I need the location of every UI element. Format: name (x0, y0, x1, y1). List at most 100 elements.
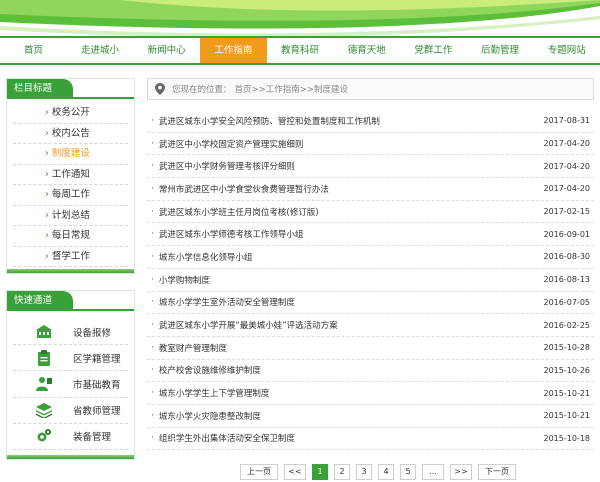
quick-item[interactable]: 区学籍管理 (13, 345, 128, 372)
page-number-button[interactable]: 2 (334, 464, 350, 480)
list-item[interactable]: · 城东小学学生室外活动安全管理制度 2016-07-05 (147, 292, 594, 315)
prev-page-button[interactable]: 上一页 (240, 464, 278, 480)
list-item[interactable]: · 武进区城东小学开展“最美城小娃”评选活动方案 2016-02-25 (147, 314, 594, 337)
clipboard-icon (35, 349, 53, 367)
quick-item-label: 省教师管理 (73, 406, 121, 418)
list-item[interactable]: · 教室财产管理制度 2015-10-28 (147, 337, 594, 360)
header-banner (0, 0, 600, 36)
quick-item[interactable]: 省教师管理 (13, 398, 128, 424)
article-title[interactable]: 常州市武进区中小学食堂伙食费管理暂行办法 (159, 183, 538, 195)
sidebar-title: 栏目标题 (7, 79, 73, 99)
page-number-button[interactable]: 5 (400, 464, 416, 480)
list-item[interactable]: · 城东小学火灾隐患整改制度 2015-10-21 (147, 405, 594, 428)
sidebar-item[interactable]: › 每日常规 (13, 226, 128, 247)
article-title[interactable]: 城东小学火灾隐患整改制度 (159, 410, 538, 422)
list-item[interactable]: · 常州市武进区中小学食堂伙食费管理暂行办法 2017-04-20 (147, 178, 594, 201)
nav-item-5[interactable]: 德育天地 (333, 38, 400, 63)
article-title[interactable]: 组织学生外出集体活动安全保卫制度 (159, 432, 538, 444)
article-title[interactable]: 教室财产管理制度 (159, 342, 538, 354)
bullet-icon: · (151, 410, 154, 421)
list-item[interactable]: · 城东小学信息化领导小组 2016-08-30 (147, 246, 594, 269)
bullet-icon: · (151, 251, 154, 262)
next-page-button[interactable]: 下一页 (478, 464, 516, 480)
list-item[interactable]: · 武进区中小学财务管理考核评分细则 2017-04-20 (147, 155, 594, 179)
bullet-icon: · (151, 138, 154, 149)
sidebar-item[interactable]: › 督学工作 (13, 247, 128, 267)
chevron-right-icon: › (45, 230, 49, 241)
article-title[interactable]: 校产校舍设施维修维护制度 (159, 364, 538, 376)
article-title[interactable]: 小学购物制度 (159, 274, 538, 286)
article-title[interactable]: 武进区城东小学开展“最美城小娃”评选活动方案 (159, 319, 538, 331)
quick-item[interactable]: 市基础教育 (13, 371, 128, 398)
sidebar-item[interactable]: › 校内公告 (13, 124, 128, 144)
bullet-icon: · (151, 115, 154, 126)
nav-item-7[interactable]: 后勤管理 (467, 38, 534, 63)
page-number-button[interactable]: 3 (356, 464, 372, 480)
quick-item[interactable]: 装备管理 (13, 424, 128, 450)
article-title[interactable]: 城东小学学生室外活动安全管理制度 (159, 296, 538, 308)
nav-item-0[interactable]: 首页 (0, 38, 67, 63)
sidebar-item-label: 制度建设 (51, 148, 90, 159)
list-item[interactable]: · 城东小学学生上下学管理制度 2015-10-21 (147, 382, 594, 405)
bullet-icon: · (151, 274, 154, 285)
list-item[interactable]: · 小学购物制度 2016-08-13 (147, 269, 594, 292)
article-title[interactable]: 武进区中小学财务管理考核评分细则 (159, 160, 538, 172)
bullet-icon: · (151, 320, 154, 331)
quick-bottom-bar (7, 455, 134, 459)
sidebar-item[interactable]: › 校务公开 (13, 103, 128, 124)
page-number-button[interactable]: 1 (312, 464, 328, 480)
article-title[interactable]: 城东小学信息化领导小组 (159, 251, 538, 263)
page-number-button[interactable]: 4 (378, 464, 394, 480)
nav-item-6[interactable]: 党群工作 (400, 38, 467, 63)
last-page-button[interactable]: >> (450, 464, 472, 480)
article-title[interactable]: 城东小学学生上下学管理制度 (159, 387, 538, 399)
main-nav: 首页 走进城小 新闻中心 工作指南 教育科研 德育天地 党群工作 后勤管理 专题网站 (0, 36, 600, 65)
bullet-icon: · (151, 297, 154, 308)
location-pin-icon (155, 83, 165, 95)
nav-item-4[interactable]: 教育科研 (267, 38, 334, 63)
breadcrumb-path[interactable]: 首页>>工作指南>>制度建设 (235, 83, 349, 95)
list-item[interactable]: · 校产校舍设施维修维护制度 2015-10-26 (147, 360, 594, 383)
sidebar-item-label: 每周工作 (51, 189, 90, 200)
list-item[interactable]: · 武进区城东小学安全风险预防、管控和处置制度和工作机制 2017-08-31 (147, 110, 594, 133)
bullet-icon: · (151, 183, 154, 194)
article-date: 2017-04-20 (543, 161, 591, 171)
article-title[interactable]: 武进区城东小学班主任月岗位考核(修订版) (159, 206, 538, 218)
nav-item-8[interactable]: 专题网站 (533, 38, 600, 63)
list-item[interactable]: · 武进区城东小学班主任月岗位考核(修订版) 2017-02-15 (147, 201, 594, 224)
quick-header: 快速通道 (7, 291, 134, 311)
article-title[interactable]: 武进区城东小学师德考核工作领导小组 (159, 228, 538, 240)
article-date: 2015-10-28 (543, 343, 591, 353)
layers-icon (35, 401, 53, 419)
sidebar-item-label: 校内公告 (51, 127, 90, 139)
quick-title: 快速通道 (7, 291, 73, 311)
nav-item-3[interactable]: 工作指南 (200, 38, 267, 63)
chevron-right-icon: › (45, 209, 49, 221)
list-item[interactable]: · 武进区中小学校固定资产管理实施细则 2017-04-20 (147, 133, 594, 156)
article-date: 2017-02-15 (543, 207, 591, 217)
sidebar-item[interactable]: › 每周工作 (13, 185, 128, 206)
nav-item-2[interactable]: 新闻中心 (133, 38, 200, 63)
sidebar-item[interactable]: › 工作通知 (13, 165, 128, 185)
article-date: 2016-08-13 (543, 275, 591, 285)
quick-list: 设备报修区学籍管理市基础教育省教师管理装备管理 (7, 311, 134, 453)
nav-item-1[interactable]: 走进城小 (67, 38, 134, 63)
list-item[interactable]: · 组织学生外出集体活动安全保卫制度 2015-10-18 (147, 428, 594, 451)
article-date: 2016-08-30 (543, 252, 591, 262)
quick-item[interactable]: 设备报修 (13, 319, 128, 346)
sidebar-item[interactable]: › 计划总结 (13, 206, 128, 226)
breadcrumb-label: 您现在的位置： (172, 85, 232, 95)
quick-access-box: 快速通道 设备报修区学籍管理市基础教育省教师管理装备管理 (6, 290, 135, 460)
sidebar-item[interactable]: › 制度建设 (13, 144, 128, 165)
gears-icon (35, 427, 53, 445)
banner-swoosh (0, 0, 600, 36)
list-item[interactable]: · 武进区城东小学师德考核工作领导小组 2016-09-01 (147, 223, 594, 247)
sidebar-item-label: 校务公开 (51, 107, 90, 118)
article-title[interactable]: 武进区城东小学安全风险预防、管控和处置制度和工作机制 (159, 115, 538, 127)
first-page-button[interactable]: << (284, 464, 306, 480)
breadcrumb: 您现在的位置： 首页>>工作指南>>制度建设 (147, 78, 594, 100)
article-date: 2015-10-21 (543, 388, 591, 398)
article-title[interactable]: 武进区中小学校固定资产管理实施细则 (159, 138, 538, 150)
teacher-icon (35, 375, 53, 393)
quick-item-label: 区学籍管理 (73, 353, 121, 365)
